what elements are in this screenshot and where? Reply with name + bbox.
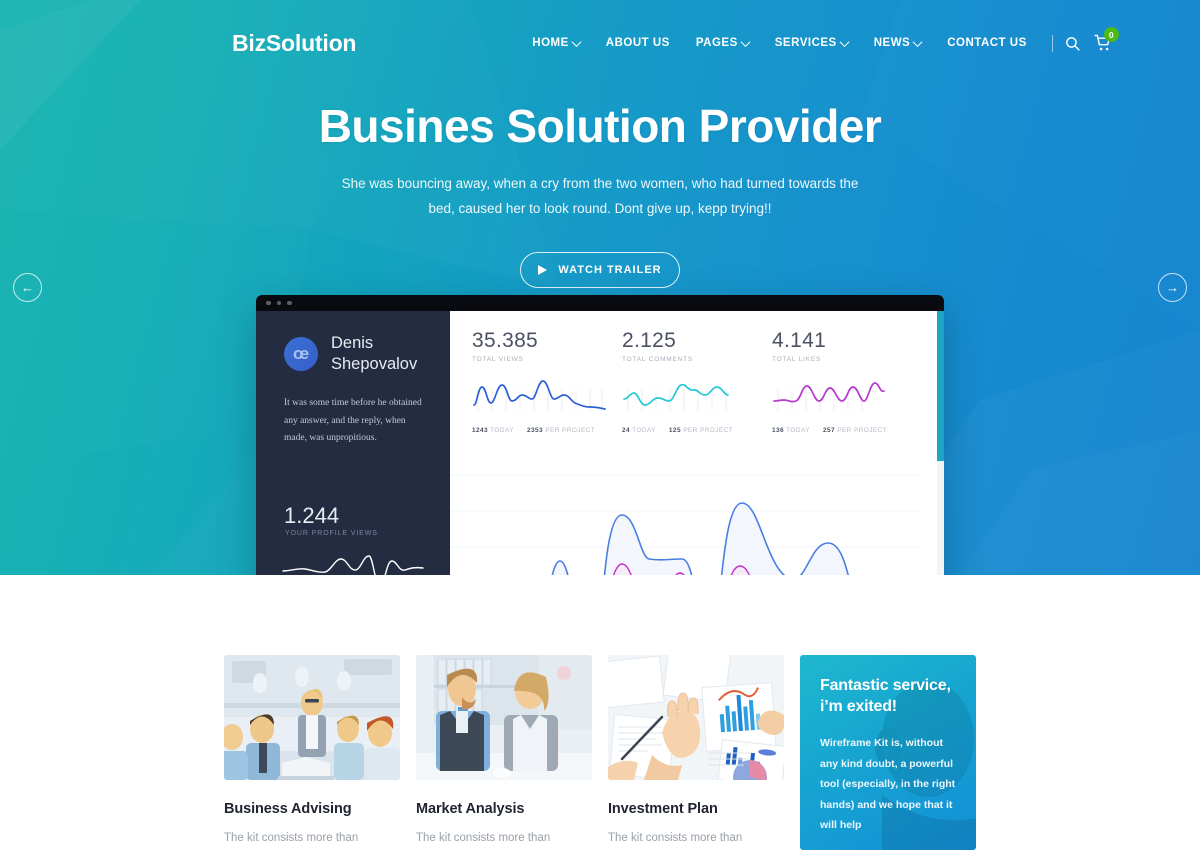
stat-project-value: 125: [668, 427, 681, 434]
stat-project-value: 257: [822, 427, 835, 434]
promo-text: Wireframe Kit is, without any kind doubt…: [820, 737, 956, 832]
service-card-title: Investment Plan: [608, 801, 718, 817]
stat-label: TOTAL VIEWS: [472, 356, 524, 363]
charts-documents-photo: [608, 655, 784, 780]
avatar-glyph-icon: œ: [292, 343, 310, 363]
chevron-down-icon: [740, 36, 751, 47]
nav-item-label: SERVICES: [774, 37, 837, 49]
mockup-area-chart: [450, 461, 944, 575]
services-section: Business Advising The kit consists more …: [0, 575, 1200, 850]
nav-item-about-us[interactable]: ABOUT US: [593, 31, 683, 55]
stat-card-total-comments: 2.125 TOTAL COMMENTS 24 TODAY 125 PER PR…: [622, 329, 772, 434]
stat-today-label: TODAY: [490, 427, 514, 434]
service-card-title: Market Analysis: [416, 801, 525, 817]
service-card-business-advising[interactable]: Business Advising The kit consists more …: [224, 655, 400, 850]
chevron-down-icon: [571, 36, 582, 47]
nav-item-contact-us[interactable]: CONTACT US: [934, 31, 1040, 55]
stat-sparkline: [622, 373, 772, 420]
profile-views-label: YOUR PROFILE VIEWS: [285, 530, 378, 537]
watch-trailer-label: WATCH TRAILER: [558, 263, 662, 276]
stat-value: 4.141: [772, 329, 827, 352]
cart-count-badge: 0: [1103, 27, 1119, 42]
stat-label: TOTAL COMMENTS: [622, 356, 694, 363]
stat-project-value: 2353: [526, 427, 544, 434]
stat-card-total-views: 35.385 TOTAL VIEWS 1243 TODAY 2353 PER P…: [472, 329, 622, 434]
arrow-left-icon: ←: [21, 280, 34, 295]
page-title: Busines Solution Provider: [318, 100, 882, 152]
nav-links: HOME ABOUT US PAGES SERVICES NEWS CONTAC…: [519, 27, 1119, 55]
mockup-profile-panel: œ Denis Shepovalov It was some time befo…: [256, 311, 450, 575]
team-meeting-photo: [224, 655, 400, 780]
nav-item-label: CONTACT US: [947, 37, 1027, 49]
avatar: œ: [284, 336, 318, 371]
stat-today-value: 1243: [472, 427, 489, 434]
service-card-market-analysis[interactable]: Market Analysis The kit consists more th…: [416, 655, 592, 850]
nav-item-label: NEWS: [873, 37, 911, 49]
slider-prev-button[interactable]: ←: [13, 273, 42, 302]
hero-section: BizSolution HOME ABOUT US PAGES SERVICES…: [0, 0, 1200, 575]
profile-header: œ Denis Shepovalov: [284, 333, 430, 374]
watch-trailer-button[interactable]: WATCH TRAILER: [520, 251, 680, 288]
arrow-right-icon: →: [1166, 280, 1179, 295]
search-icon[interactable]: [1064, 35, 1081, 52]
profile-bio: It was some time before he obtained any …: [284, 398, 422, 444]
stat-project-label: PER PROJECT: [545, 427, 596, 434]
mockup-scrollbar[interactable]: [937, 311, 944, 575]
chevron-down-icon: [839, 36, 850, 47]
cart-icon[interactable]: 0: [1094, 27, 1119, 52]
stat-footer: 1243 TODAY 2353 PER PROJECT: [472, 427, 622, 434]
service-card-text: The kit consists more than hundred ready…: [416, 832, 551, 844]
stat-sparkline: [772, 373, 922, 420]
stat-project-label: PER PROJECT: [837, 427, 888, 434]
mockup-titlebar: [256, 295, 944, 311]
slider-next-button[interactable]: →: [1158, 273, 1187, 302]
stat-today-label: TODAY: [632, 427, 656, 434]
profile-name: Denis Shepovalov: [331, 334, 418, 373]
stat-footer: 24 TODAY 125 PER PROJECT: [622, 427, 772, 434]
site-logo[interactable]: BizSolution: [232, 30, 356, 57]
window-dot-minimize-icon: [276, 300, 281, 306]
stats-row: 35.385 TOTAL VIEWS 1243 TODAY 2353 PER P…: [450, 329, 944, 434]
nav-item-pages[interactable]: PAGES: [683, 31, 762, 55]
chevron-down-icon: [912, 36, 923, 47]
hero-copy: Busines Solution Provider She was bounci…: [0, 100, 1200, 288]
hero-subtitle: She was bouncing away, when a cry from t…: [341, 175, 859, 216]
play-icon: [538, 264, 548, 275]
stat-value: 35.385: [472, 329, 539, 352]
stat-today-label: TODAY: [786, 427, 810, 434]
mockup-stats-panel: 35.385 TOTAL VIEWS 1243 TODAY 2353 PER P…: [450, 311, 944, 575]
stat-label: TOTAL LIKES: [772, 356, 822, 363]
nav-item-news[interactable]: NEWS: [861, 31, 935, 55]
stat-card-total-likes: 4.141 TOTAL LIKES 136 TODAY 257 PER PROJ…: [772, 329, 922, 434]
stat-project-label: PER PROJECT: [683, 427, 734, 434]
service-card-text: The kit consists more than hundred ready…: [608, 832, 743, 844]
dashboard-mockup: œ Denis Shepovalov It was some time befo…: [256, 295, 944, 575]
promo-testimonial-card[interactable]: Fantastic service, i’m exited! Wireframe…: [800, 655, 976, 850]
window-dot-close-icon: [266, 300, 271, 306]
consultation-photo: [416, 655, 592, 780]
profile-views-value: 1.244: [284, 503, 340, 528]
stat-today-value: 24: [622, 427, 631, 434]
service-card-title: Business Advising: [224, 801, 352, 817]
nav-item-label: ABOUT US: [605, 37, 670, 49]
nav-item-home[interactable]: HOME: [519, 31, 593, 55]
nav-item-label: HOME: [532, 37, 569, 49]
main-navigation: BizSolution HOME ABOUT US PAGES SERVICES…: [0, 0, 1200, 86]
promo-title: Fantastic service, i’m exited!: [820, 677, 951, 716]
nav-divider: [1051, 34, 1053, 52]
window-dot-maximize-icon: [287, 300, 292, 306]
stat-value: 2.125: [622, 329, 677, 352]
stat-footer: 136 TODAY 257 PER PROJECT: [772, 427, 922, 434]
stat-sparkline: [472, 373, 622, 420]
service-card-text: The kit consists more than hundred ready…: [224, 832, 359, 844]
profile-views-sparkline: [281, 546, 425, 575]
service-card-investment-plan[interactable]: Investment Plan The kit consists more th…: [608, 655, 784, 850]
stat-today-value: 136: [772, 427, 785, 434]
nav-item-services[interactable]: SERVICES: [762, 31, 861, 55]
nav-item-label: PAGES: [695, 37, 738, 49]
